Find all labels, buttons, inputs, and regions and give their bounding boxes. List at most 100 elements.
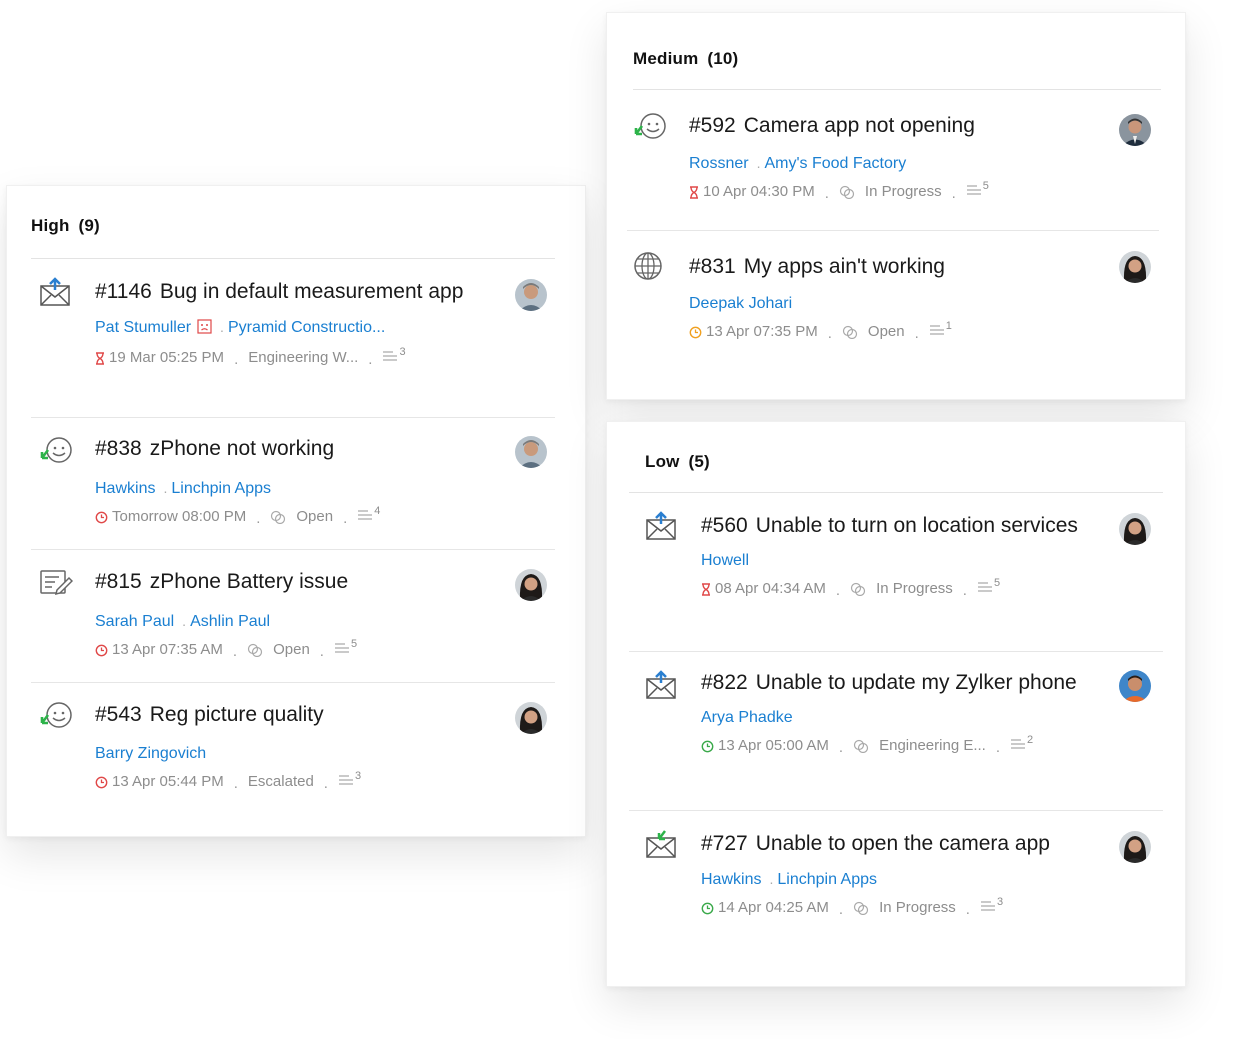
ticket-status[interactable]: In Progress: [876, 579, 953, 599]
avatar[interactable]: [515, 279, 547, 311]
panel-header-medium: Medium (10): [633, 49, 1161, 90]
ticket-838[interactable]: #838 zPhone not working Hawkins. Linchpin …: [31, 418, 555, 550]
ticket-status[interactable]: Escalated: [248, 772, 314, 792]
clock-icon: [95, 511, 108, 524]
contact-link[interactable]: Barry Zingovich: [95, 745, 206, 762]
due-date: 13 Apr 07:35 AM: [112, 641, 223, 658]
ticket-status[interactable]: Open: [296, 507, 333, 527]
thread-count[interactable]: 5: [334, 638, 357, 660]
form-edit-icon: [39, 568, 74, 602]
avatar[interactable]: [1119, 114, 1151, 146]
avatar[interactable]: [1119, 831, 1151, 863]
ticket-title[interactable]: #815 zPhone Battery issue: [95, 550, 475, 597]
ticket-title[interactable]: #592 Camera app not opening: [689, 90, 1079, 141]
contact-link[interactable]: Arya Phadke: [701, 709, 793, 726]
status-icon: [842, 325, 858, 339]
contact-link[interactable]: Deepak Johari: [689, 295, 792, 312]
due-date: 10 Apr 04:30 PM: [703, 183, 815, 200]
clock-icon: [701, 740, 714, 753]
clock-icon: [701, 902, 714, 915]
ticket-links: Rossner. Amy's Food Factory: [689, 155, 907, 172]
ticket-meta: Tomorrow 08:00 PM . Open . 4: [95, 505, 555, 527]
ticket-status[interactable]: Open: [273, 640, 310, 660]
account-link[interactable]: Pyramid Constructio...: [228, 319, 385, 336]
ticket-meta: 10 Apr 04:30 PM . In Progress . 5: [689, 180, 1159, 202]
panel-header-low: Low (5): [629, 452, 1163, 493]
ticket-title[interactable]: #822 Unable to update my Zylker phone: [701, 652, 1083, 698]
clock-icon: [95, 776, 108, 789]
unhappy-icon: [197, 319, 212, 340]
panel-header-high: High (9): [31, 216, 555, 259]
hourglass-icon: [95, 351, 105, 365]
contact-link[interactable]: Hawkins: [701, 871, 761, 888]
thread-count[interactable]: 3: [382, 346, 406, 368]
account-link[interactable]: Ashlin Paul: [190, 613, 270, 630]
globe-icon: [633, 251, 667, 285]
ticket-status[interactable]: Engineering W...: [248, 348, 358, 368]
hourglass-icon: [689, 185, 699, 199]
status-icon: [853, 901, 869, 915]
contact-link[interactable]: Rossner: [689, 155, 749, 172]
thread-count[interactable]: 4: [357, 505, 380, 527]
avatar[interactable]: [1119, 251, 1151, 283]
ticket-meta: 13 Apr 07:35 PM . Open . 1: [689, 320, 1159, 342]
ticket-title[interactable]: #838 zPhone not working: [95, 418, 475, 464]
mail-icon: [645, 511, 679, 545]
happy-face-icon: [39, 701, 73, 735]
ticket-592[interactable]: #592 Camera app not opening Rossner. Amy's…: [627, 90, 1159, 231]
ticket-560[interactable]: #560 Unable to turn on location services …: [629, 493, 1163, 652]
ticket-title[interactable]: #831 My apps ain't working: [689, 231, 1079, 282]
ticket-title[interactable]: #560 Unable to turn on location services: [701, 493, 1083, 541]
avatar[interactable]: [515, 569, 547, 601]
contact-link[interactable]: Sarah Paul: [95, 613, 174, 630]
ticket-727[interactable]: #727 Unable to open the camera app Hawkin…: [629, 811, 1163, 961]
avatar[interactable]: [1119, 513, 1151, 545]
ticket-meta: 19 Mar 05:25 PM . Engineering W... . 3: [95, 346, 555, 368]
thread-count[interactable]: 3: [980, 896, 1003, 918]
status-icon: [247, 643, 263, 657]
status-icon: [853, 739, 869, 753]
panel-label: High: [31, 216, 70, 235]
ticket-title[interactable]: #1146 Bug in default measurement app: [95, 259, 475, 307]
ticket-status[interactable]: In Progress: [879, 898, 956, 918]
happy-face-icon: [633, 112, 667, 146]
avatar[interactable]: [515, 436, 547, 468]
status-icon: [839, 185, 855, 199]
ticket-links: Sarah Paul. Ashlin Paul: [95, 613, 271, 630]
panel-medium: Medium (10) #592 Camera app not opening R…: [606, 12, 1186, 400]
due-date: 13 Apr 05:44 PM: [112, 773, 224, 790]
ticket-543[interactable]: #543 Reg picture quality Barry Zingovich …: [31, 683, 555, 813]
thread-count[interactable]: 3: [338, 770, 361, 792]
hourglass-icon: [701, 582, 711, 596]
mail-icon: [645, 670, 679, 704]
ticket-822[interactable]: #822 Unable to update my Zylker phone Ary…: [629, 652, 1163, 811]
account-link[interactable]: Amy's Food Factory: [764, 155, 906, 172]
thread-count[interactable]: 2: [1010, 734, 1033, 756]
thread-count[interactable]: 5: [977, 577, 1000, 599]
panel-count: (9): [78, 216, 100, 235]
account-link[interactable]: Linchpin Apps: [171, 480, 271, 497]
ticket-meta: 08 Apr 04:34 AM . In Progress . 5: [701, 577, 1163, 599]
contact-link[interactable]: Howell: [701, 552, 749, 569]
ticket-status[interactable]: Engineering E...: [879, 736, 986, 756]
ticket-title[interactable]: #727 Unable to open the camera app: [701, 811, 1083, 859]
ticket-meta: 13 Apr 05:00 AM . Engineering E... . 2: [701, 734, 1163, 756]
due-date: 13 Apr 07:35 PM: [706, 323, 818, 340]
avatar[interactable]: [515, 702, 547, 734]
account-link[interactable]: Linchpin Apps: [777, 871, 877, 888]
ticket-links: Barry Zingovich: [95, 744, 555, 764]
thread-count[interactable]: 1: [929, 320, 952, 342]
ticket-1146[interactable]: #1146 Bug in default measurement app Pat …: [31, 259, 555, 418]
ticket-status[interactable]: Open: [868, 322, 905, 342]
ticket-title[interactable]: #543 Reg picture quality: [95, 683, 475, 730]
thread-count[interactable]: 5: [966, 180, 989, 202]
ticket-links: Arya Phadke: [701, 708, 1163, 728]
ticket-815[interactable]: #815 zPhone Battery issue Sarah Paul. Ashl…: [31, 550, 555, 683]
avatar[interactable]: [1119, 670, 1151, 702]
panel-count: (10): [707, 49, 739, 68]
ticket-status[interactable]: In Progress: [865, 182, 942, 202]
ticket-links: Pat Stumuller. Pyramid Constructio...: [95, 317, 555, 340]
contact-link[interactable]: Pat Stumuller: [95, 319, 191, 336]
ticket-831[interactable]: #831 My apps ain't working Deepak Johari …: [627, 231, 1159, 363]
contact-link[interactable]: Hawkins: [95, 480, 155, 497]
